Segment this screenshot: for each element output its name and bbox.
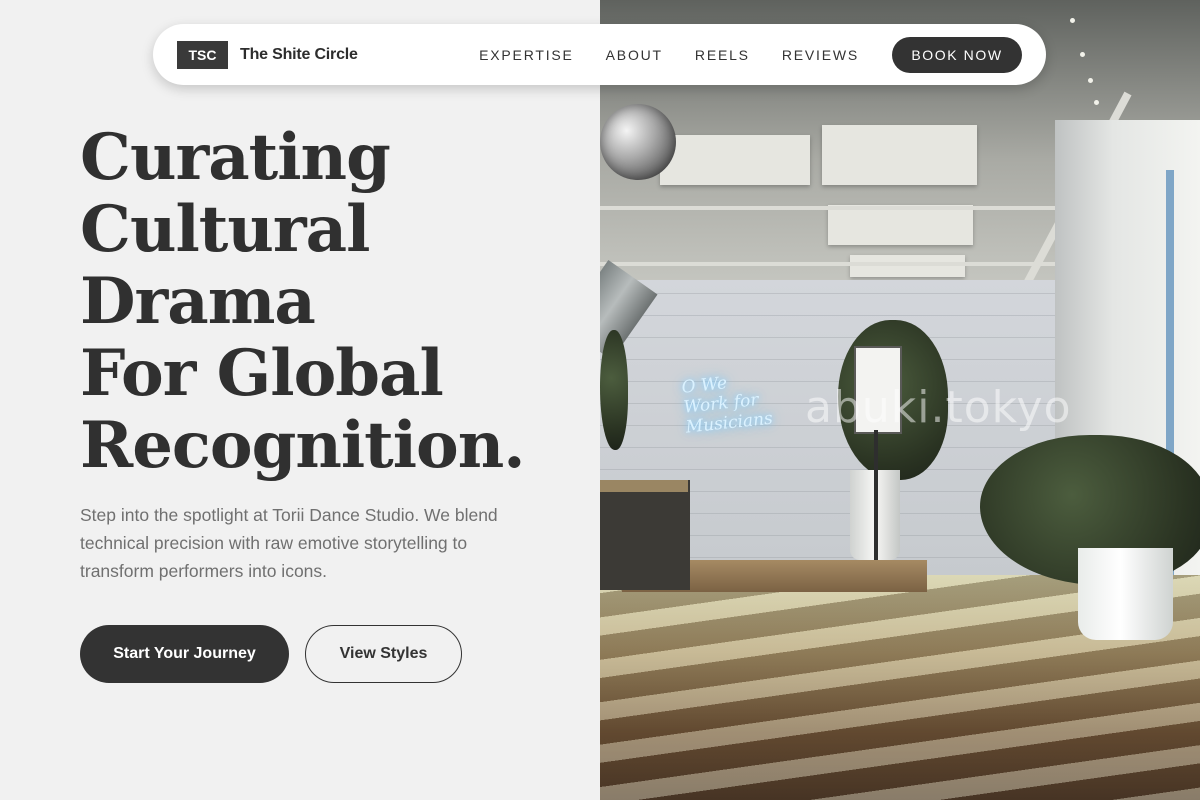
watermark: abuki.tokyo: [805, 382, 1072, 433]
plant-edge: [600, 330, 628, 450]
view-styles-button[interactable]: View Styles: [305, 625, 462, 683]
ceiling-panel: [828, 205, 973, 245]
nav-link-expertise[interactable]: EXPERTISE: [479, 47, 574, 63]
logo-badge[interactable]: TSC: [177, 40, 228, 69]
ceiling-pipe: [600, 206, 1070, 210]
disco-ball: [600, 104, 676, 180]
ceiling-pipe: [600, 262, 1055, 266]
book-now-button[interactable]: BOOK NOW: [892, 36, 1022, 73]
brand-name[interactable]: The Shite Circle: [240, 46, 358, 64]
speaker-stand: [874, 430, 878, 560]
navbar: TSC The Shite Circle EXPERTISE ABOUT REE…: [153, 24, 1046, 85]
desk-top: [600, 480, 688, 492]
desk: [600, 480, 690, 590]
ceiling-light: [1070, 18, 1075, 23]
hero-subtext: Step into the spotlight at Torii Dance S…: [80, 505, 498, 581]
plant-pot: [1078, 548, 1173, 640]
headline-line: Cultural: [80, 192, 370, 267]
ceiling-panel: [660, 135, 810, 185]
neon-sign: O We Work for Musicians: [681, 366, 798, 447]
nav-link-reels[interactable]: REELS: [695, 47, 750, 63]
headline-line: Curating: [80, 120, 391, 195]
ceiling-light: [1094, 100, 1099, 105]
headline-line: Drama: [80, 264, 316, 339]
headline-line: Recognition.: [80, 408, 526, 483]
start-journey-button[interactable]: Start Your Journey: [80, 625, 289, 683]
ceiling-light: [1080, 52, 1085, 57]
nav-link-reviews[interactable]: REVIEWS: [782, 47, 859, 63]
ceiling-panel: [822, 125, 977, 185]
nav-links: EXPERTISE ABOUT REELS REVIEWS: [479, 47, 859, 63]
nav-link-about[interactable]: ABOUT: [606, 47, 663, 63]
hero-photo: O We Work for Musicians abuki.tokyo: [600, 0, 1200, 800]
ceiling-panel: [850, 255, 965, 277]
headline-line: For Global: [80, 336, 444, 411]
ceiling-light: [1088, 78, 1093, 83]
hero-headline: Curating Cultural Drama For Global Recog…: [80, 120, 526, 483]
